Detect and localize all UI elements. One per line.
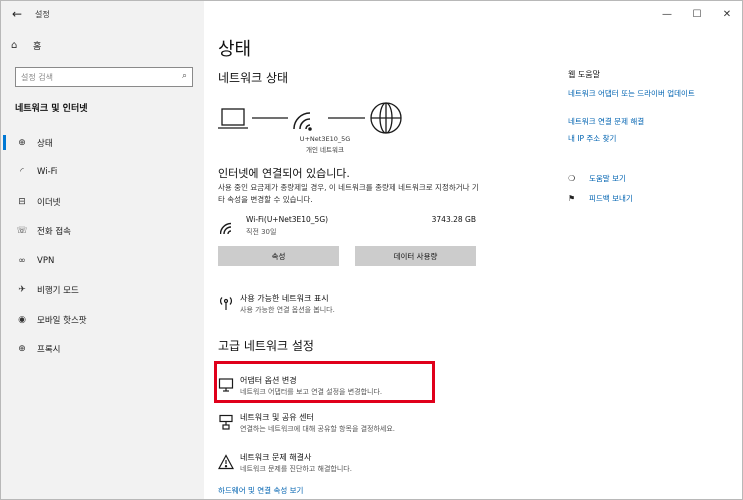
sidebar-item-label: 상태 — [37, 138, 53, 149]
sidebar-nav: ⊕ 상태 ◜ Wi-Fi ⊟ 이더넷 ☏ 전화 접속 ∞ VPN ✈ 비행기 모드 ◉ 모바일 핫스팟 ⊕ 프… — [1, 128, 204, 364]
sidebar-item-3[interactable]: ☏ 전화 접속 — [1, 217, 204, 247]
sidebar-item-label: 이더넷 — [37, 197, 61, 208]
warning-icon — [218, 454, 234, 470]
help-chat-icon: ❍ — [568, 174, 576, 183]
dialup-icon: ☏ — [16, 226, 28, 237]
sidebar-item-7[interactable]: ⊕ 프록시 — [1, 335, 204, 365]
wifi-connection-name: Wi-Fi(U+Net3E10_5G) — [246, 215, 329, 224]
page-title: 상태 — [218, 39, 252, 60]
home-nav[interactable]: ⌂ 홈 — [11, 39, 41, 52]
web-help-heading: 웹 도움말 — [568, 70, 600, 79]
sidebar-item-label: 모바일 핫스팟 — [37, 315, 87, 326]
sidebar-item-label: 프록시 — [37, 345, 61, 356]
available-networks-desc: 사용 가능한 연결 옵션을 봅니다. — [240, 306, 335, 314]
sharing-center-desc: 연결하는 네트워크에 대해 공유할 항목을 결정하세요. — [240, 425, 396, 433]
sidebar: ← 설정 ⌂ 홈 ⌕ 네트워크 및 인터넷 ⊕ 상태 ◜ Wi-Fi ⊟ 이더넷 ☏ 전화 접… — [1, 1, 204, 499]
search-input[interactable] — [16, 72, 176, 82]
sidebar-item-2[interactable]: ⊟ 이더넷 — [1, 187, 204, 217]
feedback-link[interactable]: ⚑ 피드백 보내기 — [568, 193, 633, 204]
sidebar-item-5[interactable]: ✈ 비행기 모드 — [1, 276, 204, 306]
sharing-center-option[interactable]: 네트워크 및 공유 센터 연결하는 네트워크에 대해 공유할 항목을 결정하세요… — [218, 412, 448, 438]
network-status-heading: 네트워크 상태 — [218, 71, 289, 85]
antenna-icon — [220, 297, 232, 310]
status-globe-icon: ⊕ — [18, 137, 26, 148]
troubleshooter-desc: 네트워크 문제를 진단하고 해결합니다. — [240, 465, 352, 473]
sidebar-item-4[interactable]: ∞ VPN — [1, 246, 204, 276]
connected-heading: 인터넷에 연결되어 있습니다. — [218, 167, 350, 180]
search-icon[interactable]: ⌕ — [182, 71, 187, 81]
sharing-center-icon — [219, 414, 233, 430]
app-title: 설정 — [35, 9, 50, 19]
sidebar-item-label: 비행기 모드 — [37, 286, 79, 297]
title-bar: ← 설정 — [1, 1, 204, 27]
vpn-icon: ∞ — [18, 255, 26, 266]
get-help-link[interactable]: ❍ 도움말 보기 — [568, 173, 626, 184]
wifi-period: 직전 30일 — [246, 228, 277, 236]
button-row: 속성 데이터 사용량 — [218, 246, 476, 266]
network-name: U+Net3E10_5G — [299, 135, 351, 143]
troubleshooter-title: 네트워크 문제 해결사 — [240, 453, 312, 462]
highlight-box — [214, 361, 435, 403]
wifi-signal-icon — [293, 112, 312, 131]
hotspot-icon: ◉ — [18, 314, 26, 325]
data-usage-button[interactable]: 데이터 사용량 — [355, 246, 476, 266]
sidebar-item-1[interactable]: ◜ Wi-Fi — [1, 158, 204, 188]
network-type: 개인 네트워크 — [306, 146, 344, 154]
wifi-data-usage: 3743.28 GB — [431, 215, 476, 224]
main-content: 상태 네트워크 상태 U+Net3E10_5G 개인 네트워크 인터넷에 연결되… — [204, 1, 742, 499]
globe-icon — [370, 102, 402, 134]
sidebar-item-0[interactable]: ⊕ 상태 — [1, 128, 204, 158]
back-arrow-icon: ← — [11, 7, 23, 21]
sidebar-item-label: Wi-Fi — [37, 167, 58, 178]
wifi-usage-row: Wi-Fi(U+Net3E10_5G) 직전 30일 3743.28 GB — [218, 215, 476, 241]
properties-button[interactable]: 속성 — [218, 246, 339, 266]
wifi-icon — [220, 222, 232, 235]
sidebar-item-label: 전화 접속 — [37, 227, 71, 238]
hardware-properties-link[interactable]: 하드웨어 및 연결 속성 보기 — [218, 485, 303, 496]
get-help-label: 도움말 보기 — [589, 174, 626, 183]
feedback-icon: ⚑ — [568, 194, 576, 203]
sharing-center-title: 네트워크 및 공유 센터 — [240, 413, 314, 422]
wifi-icon: ◜ — [20, 167, 24, 178]
available-networks-title: 사용 가능한 네트워크 표시 — [240, 294, 329, 303]
sidebar-item-label: VPN — [37, 255, 55, 266]
feedback-label: 피드백 보내기 — [589, 194, 633, 203]
home-label: 홈 — [33, 42, 42, 52]
settings-window: ← 설정 ⌂ 홈 ⌕ 네트워크 및 인터넷 ⊕ 상태 ◜ Wi-Fi ⊟ 이더넷 ☏ 전화 접… — [0, 0, 743, 500]
find-ip-link[interactable]: 내 IP 주소 찾기 — [568, 133, 723, 145]
laptop-icon — [218, 108, 248, 129]
advanced-settings-heading: 고급 네트워크 설정 — [218, 339, 314, 353]
home-icon: ⌂ — [11, 40, 18, 51]
troubleshooter-option[interactable]: 네트워크 문제 해결사 네트워크 문제를 진단하고 해결합니다. — [218, 452, 448, 478]
airplane-icon: ✈ — [18, 285, 26, 296]
connection-troubleshoot-link[interactable]: 네트워크 연결 문제 해결 — [568, 116, 723, 128]
driver-update-link[interactable]: 네트워크 어댑터 또는 드라이버 업데이트 — [568, 88, 723, 100]
available-networks-option[interactable]: 사용 가능한 네트워크 표시 사용 가능한 연결 옵션을 봅니다. — [218, 293, 448, 319]
sidebar-item-6[interactable]: ◉ 모바일 핫스팟 — [1, 305, 204, 335]
ethernet-icon: ⊟ — [18, 196, 26, 207]
connected-description: 사용 중인 요금제가 종량제일 경우, 이 네트워크를 종량제 네트워크로 지정… — [218, 183, 479, 204]
section-label: 네트워크 및 인터넷 — [15, 104, 88, 114]
back-button[interactable]: ← — [1, 1, 33, 27]
search-box[interactable]: ⌕ — [15, 67, 193, 87]
proxy-globe-icon: ⊕ — [18, 344, 26, 355]
